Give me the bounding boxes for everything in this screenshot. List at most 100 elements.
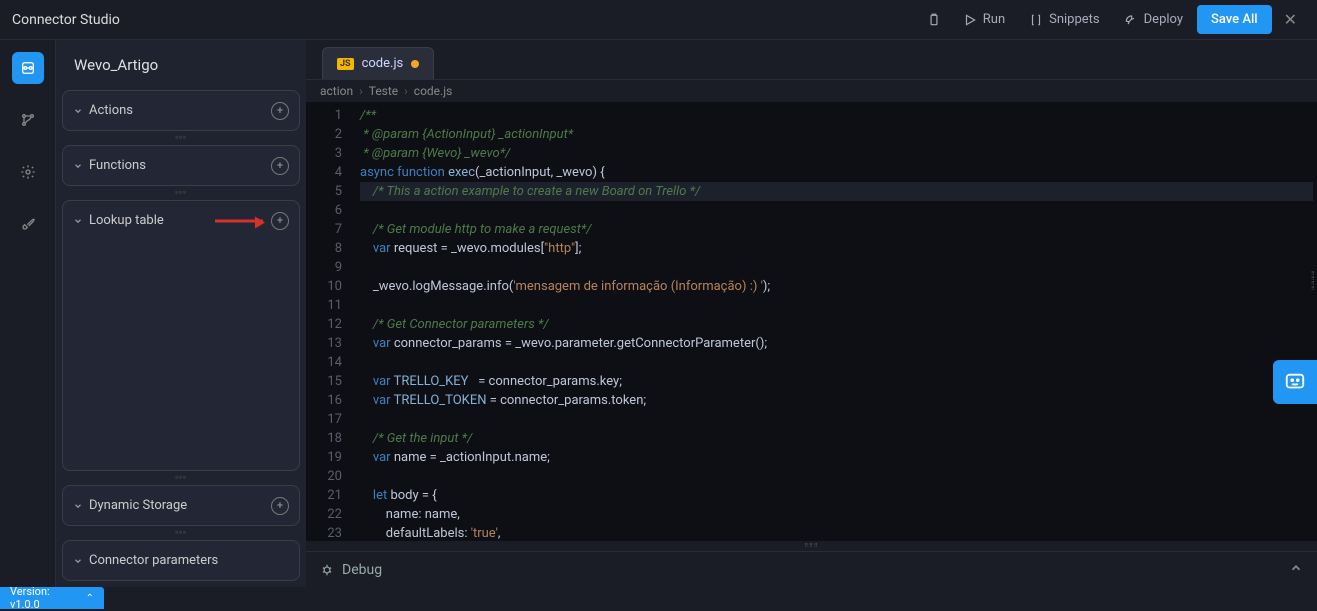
code-line[interactable]: var TRELLO_KEY = connector_params.key; — [360, 372, 1317, 391]
chevron-up-icon[interactable]: ⌃ — [86, 593, 94, 604]
close-icon: ✕ — [1284, 10, 1297, 29]
panel-connector-params-header[interactable]: Connector parameters — [63, 541, 299, 580]
panel-dynamic-storage-label: Dynamic Storage — [89, 498, 271, 513]
code-line[interactable]: * @param {ActionInput} _actionInput* — [360, 125, 1317, 144]
clipboard-icon — [927, 13, 941, 27]
toolbar: Run Snippets Deploy Save All ✕ — [919, 5, 1305, 34]
drag-handle[interactable] — [1311, 272, 1317, 300]
deploy-button[interactable]: Deploy — [1114, 6, 1193, 33]
version-label: Version: v1.0.0 — [10, 585, 76, 611]
panel-functions-label: Functions — [89, 158, 271, 173]
chevron-down-icon — [73, 211, 83, 230]
resize-handle[interactable] — [62, 135, 300, 141]
crumb-teste[interactable]: Teste — [369, 84, 398, 98]
run-button[interactable]: Run — [953, 6, 1015, 33]
code-line[interactable]: let body = { — [360, 486, 1317, 505]
crumb-action[interactable]: action — [320, 84, 353, 98]
add-function-button[interactable]: + — [271, 157, 289, 175]
tab-filename: code.js — [362, 56, 404, 71]
annotation-arrow — [215, 219, 263, 222]
panel-actions: Actions + — [62, 90, 300, 131]
code-line[interactable] — [360, 467, 1317, 486]
drag-handle[interactable] — [306, 306, 309, 334]
bug-icon — [320, 563, 334, 577]
js-badge-icon: JS — [337, 58, 354, 70]
save-all-label: Save All — [1211, 12, 1258, 27]
code-line[interactable] — [360, 353, 1317, 372]
run-label: Run — [983, 12, 1005, 27]
code-line[interactable]: async function exec(_actionInput, _wevo)… — [360, 163, 1317, 182]
code-line[interactable]: defaultLabels: 'true', — [360, 524, 1317, 541]
snippets-button[interactable]: Snippets — [1019, 6, 1110, 33]
code-line[interactable] — [360, 201, 1317, 220]
rail-item-connector[interactable] — [12, 52, 44, 84]
panel-lookup-header[interactable]: Lookup table + — [63, 201, 299, 240]
chevron-right-icon: › — [359, 84, 363, 98]
main-layout: Wevo_Artigo Actions + Functions + — [0, 40, 1317, 587]
code-line[interactable] — [360, 296, 1317, 315]
clipboard-button[interactable] — [919, 7, 949, 33]
code-line[interactable]: var request = _wevo.modules["http"]; — [360, 239, 1317, 258]
sidebar: Wevo_Artigo Actions + Functions + — [56, 40, 306, 587]
panel-functions: Functions + — [62, 145, 300, 186]
line-gutter: 1234567891011121314151617181920212223 — [306, 102, 352, 541]
project-name: Wevo_Artigo — [62, 46, 300, 86]
rocket-icon — [20, 216, 36, 232]
rail-item-settings[interactable] — [12, 156, 44, 188]
resize-handle[interactable] — [62, 530, 300, 536]
code-editor[interactable]: 1234567891011121314151617181920212223 /*… — [306, 102, 1317, 541]
code-content[interactable]: /** * @param {ActionInput} _actionInput*… — [352, 102, 1317, 541]
save-all-button[interactable]: Save All — [1197, 5, 1272, 34]
rail-item-branch[interactable] — [12, 104, 44, 136]
gear-icon — [20, 164, 36, 180]
topbar: Connector Studio Run Snippets Deploy Sav… — [0, 0, 1317, 40]
help-button[interactable] — [1273, 360, 1317, 404]
panel-actions-header[interactable]: Actions + — [63, 91, 299, 130]
code-line[interactable] — [360, 410, 1317, 429]
chevron-down-icon — [73, 551, 83, 570]
code-line[interactable]: var TRELLO_TOKEN = connector_params.toke… — [360, 391, 1317, 410]
crumb-file[interactable]: code.js — [414, 84, 452, 98]
add-action-button[interactable]: + — [271, 102, 289, 120]
code-line[interactable]: * @param {Wevo} _wevo*/ — [360, 144, 1317, 163]
code-line[interactable]: var name = _actionInput.name; — [360, 448, 1317, 467]
left-rail — [0, 40, 56, 587]
editor: JS code.js action › Teste › code.js 1234… — [306, 40, 1317, 587]
panel-dynamic-storage-header[interactable]: Dynamic Storage + — [63, 486, 299, 525]
panel-connector-params: Connector parameters — [62, 540, 300, 581]
add-storage-button[interactable]: + — [271, 497, 289, 515]
snippets-label: Snippets — [1049, 12, 1100, 27]
code-line[interactable]: name: name, — [360, 505, 1317, 524]
footer-version-bar[interactable]: Version: v1.0.0 ⌃ — [0, 587, 104, 609]
add-lookup-button[interactable]: + — [271, 212, 289, 230]
breadcrumbs: action › Teste › code.js — [306, 80, 1317, 102]
tab-codejs[interactable]: JS code.js — [322, 47, 434, 79]
close-button[interactable]: ✕ — [1276, 6, 1305, 33]
panel-lookup: Lookup table + — [62, 200, 300, 471]
resize-handle[interactable] — [62, 190, 300, 196]
panel-lookup-body — [63, 240, 299, 470]
debug-bar[interactable]: Debug — [306, 551, 1317, 587]
code-line[interactable]: /* Get the input */ — [360, 429, 1317, 448]
panel-dynamic-storage: Dynamic Storage + — [62, 485, 300, 526]
code-line[interactable]: _wevo.logMessage.info('mensagem de infor… — [360, 277, 1317, 296]
code-line[interactable]: /** — [360, 106, 1317, 125]
chevron-down-icon — [73, 101, 83, 120]
resize-handle[interactable] — [62, 475, 300, 481]
code-line[interactable]: /* Get module http to make a request*/ — [360, 220, 1317, 239]
brackets-icon — [1029, 13, 1043, 27]
play-icon — [963, 13, 977, 27]
code-line[interactable]: /* This a action example to create a new… — [360, 182, 1313, 201]
rail-item-rocket[interactable] — [12, 208, 44, 240]
connector-icon — [20, 60, 36, 76]
deploy-icon — [1124, 13, 1138, 27]
code-line[interactable]: var connector_params = _wevo.parameter.g… — [360, 334, 1317, 353]
resize-handle-horizontal[interactable] — [306, 541, 1317, 551]
code-line[interactable]: /* Get Connector parameters */ — [360, 315, 1317, 334]
help-face-icon — [1284, 371, 1306, 393]
panel-connector-params-label: Connector parameters — [89, 553, 289, 568]
chevron-down-icon — [73, 156, 83, 175]
expand-debug-button[interactable] — [1289, 560, 1303, 579]
code-line[interactable] — [360, 258, 1317, 277]
panel-functions-header[interactable]: Functions + — [63, 146, 299, 185]
